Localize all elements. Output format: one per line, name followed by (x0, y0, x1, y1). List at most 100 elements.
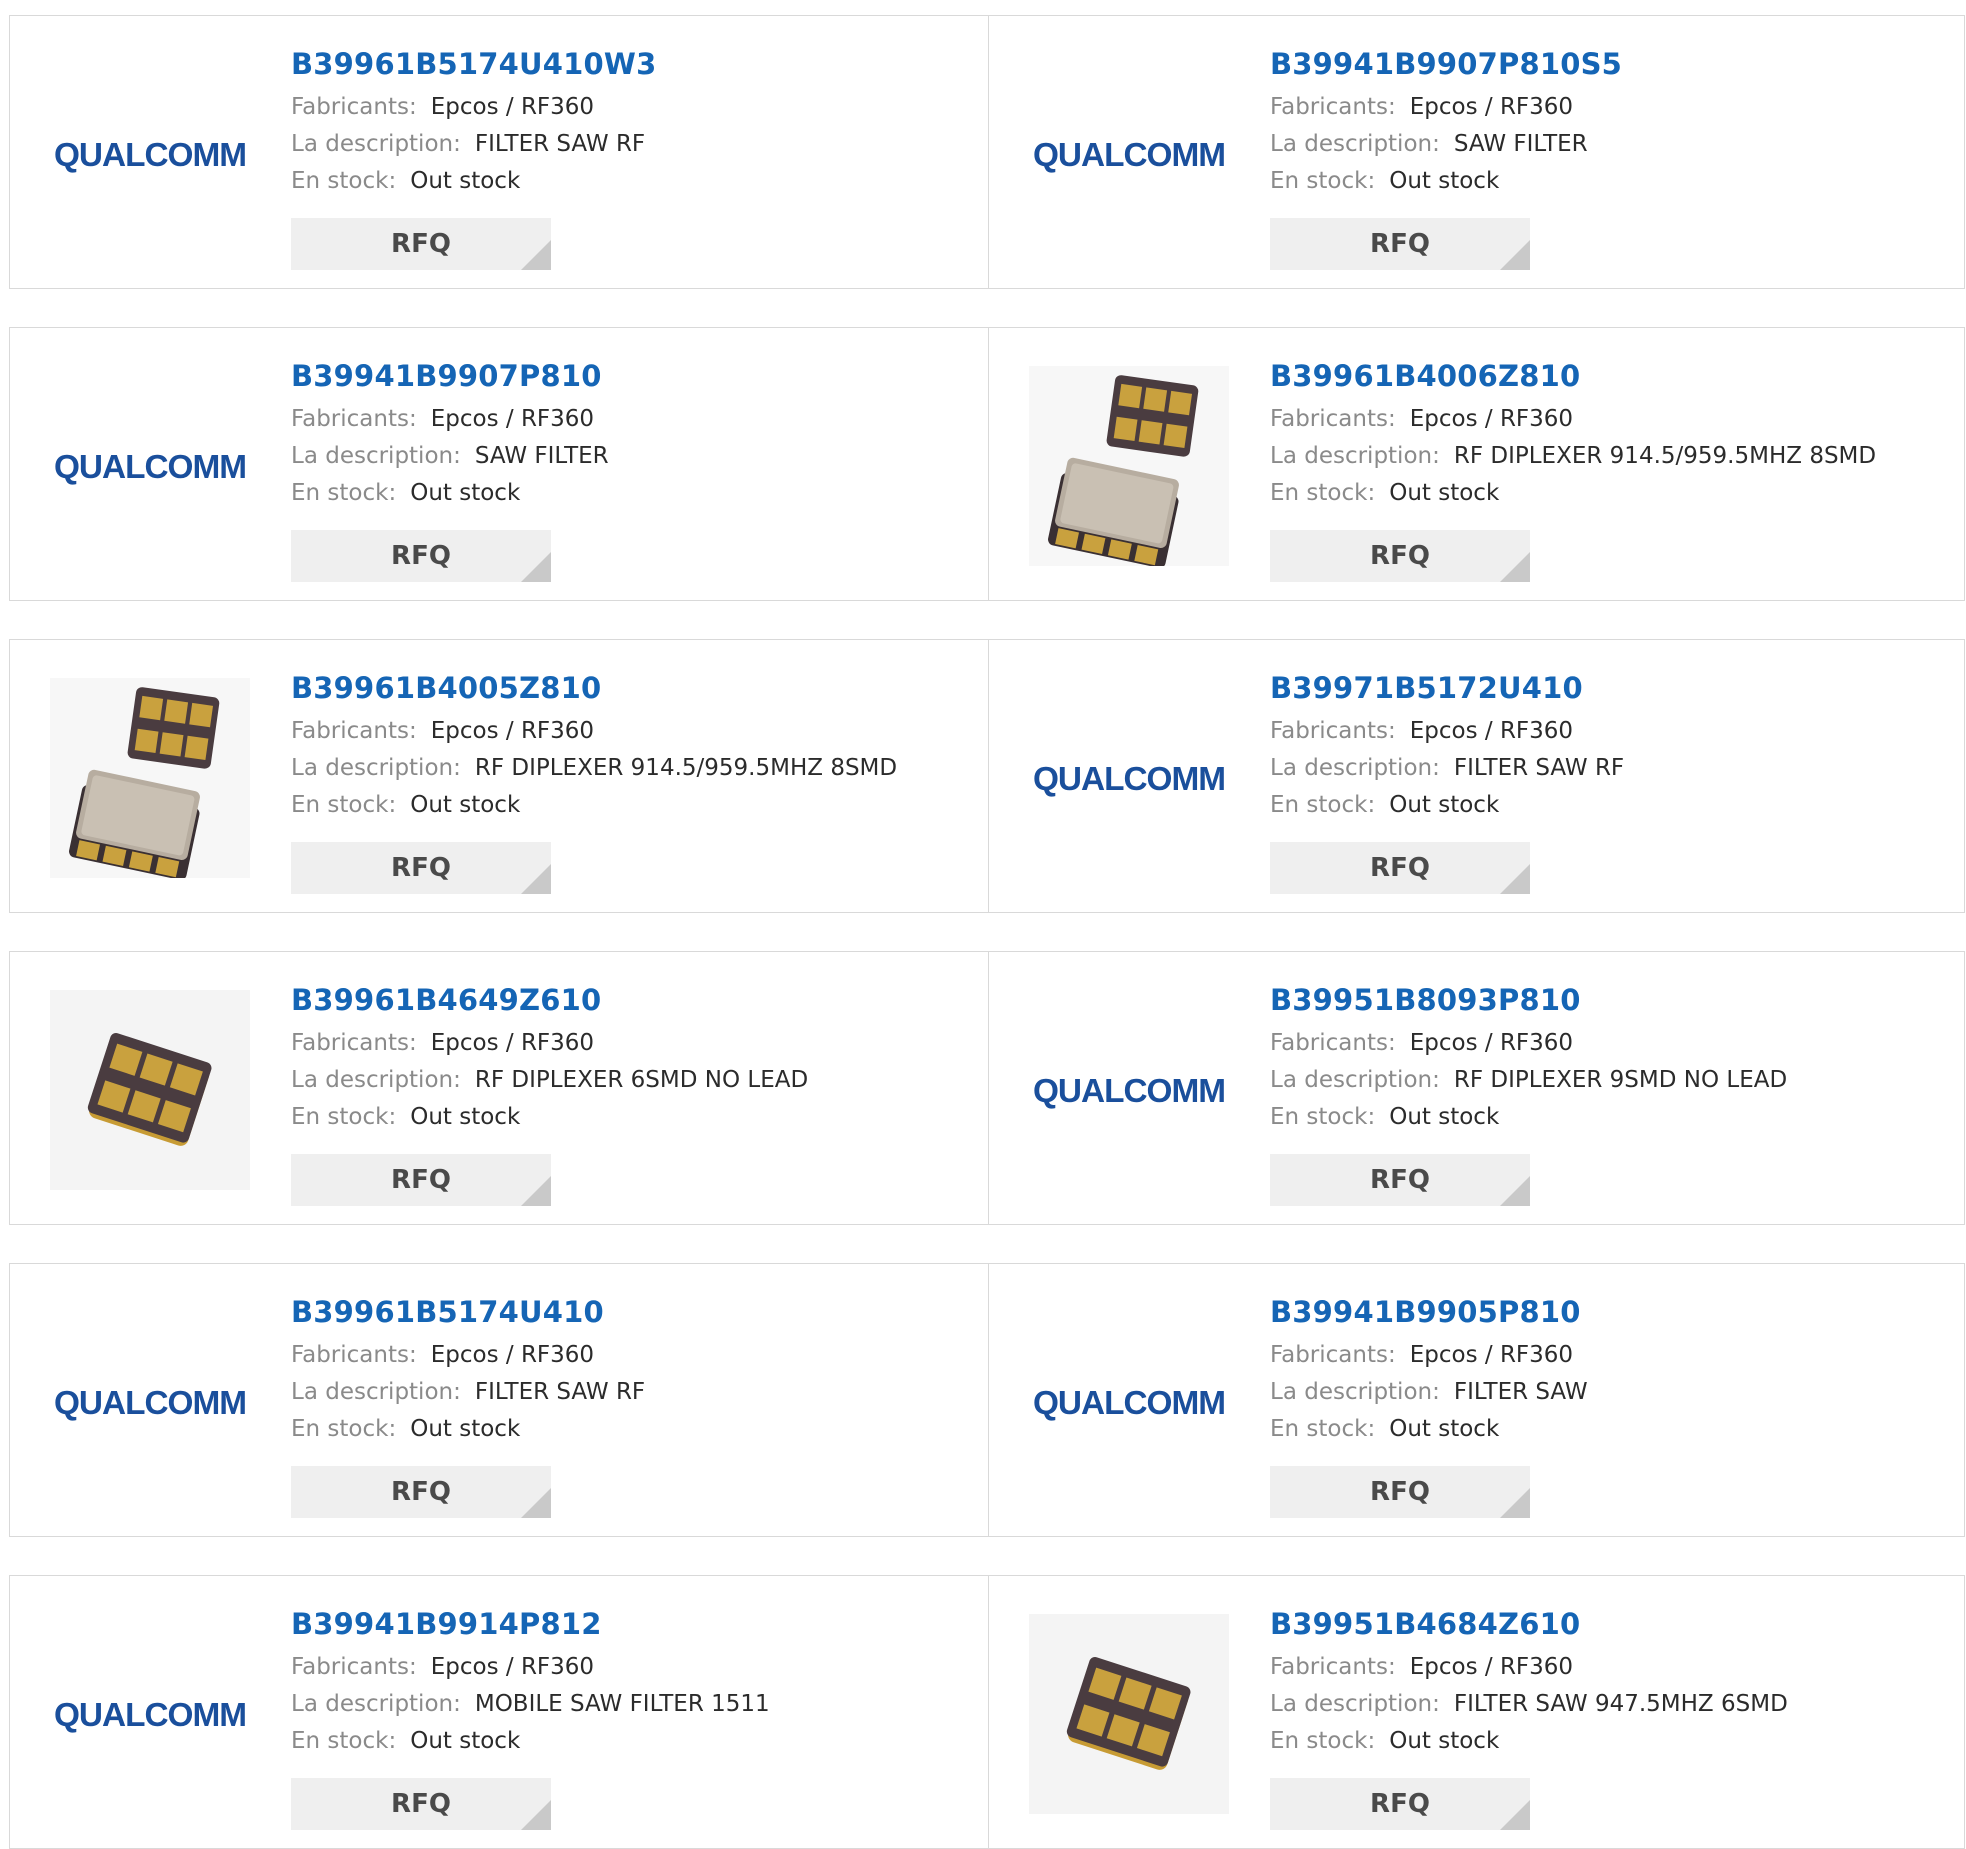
manufacturer-value: Epcos / RF360 (1409, 406, 1574, 432)
product-image[interactable]: QUALCOMM (50, 1614, 250, 1814)
product-info: B39961B5174U410 Fabricants: Epcos / RF360… (291, 1294, 968, 1448)
description-value: SAW FILTER (1453, 131, 1588, 157)
product-image[interactable] (1029, 1614, 1229, 1814)
description-value: RF DIPLEXER 914.5/959.5MHZ 8SMD (1453, 443, 1877, 469)
description-row: La description: FILTER SAW (1270, 1374, 1946, 1411)
stock-value: Out stock (410, 1416, 521, 1442)
rfq-button[interactable]: RFQ (291, 218, 551, 270)
description-value: FILTER SAW RF (1453, 755, 1625, 781)
product-image[interactable] (1029, 366, 1229, 566)
rfq-button[interactable]: RFQ (291, 842, 551, 894)
manufacturer-row: Fabricants: Epcos / RF360 (291, 1649, 968, 1686)
part-number-link[interactable]: B39961B4005Z810 (291, 670, 968, 706)
product-image[interactable] (50, 678, 250, 878)
part-number-link[interactable]: B39941B9907P810 (291, 358, 968, 394)
product-image[interactable]: QUALCOMM (50, 1302, 250, 1502)
rfq-button[interactable]: RFQ (291, 1154, 551, 1206)
stock-label: En stock: (291, 1104, 397, 1130)
corner-triangle-icon (521, 1488, 551, 1518)
manufacturer-label: Fabricants: (1270, 94, 1396, 120)
rfq-button[interactable]: RFQ (291, 1466, 551, 1518)
manufacturer-row: Fabricants: Epcos / RF360 (291, 401, 968, 438)
manufacturer-label: Fabricants: (1270, 1654, 1396, 1680)
stock-label: En stock: (1270, 168, 1376, 194)
description-label: La description: (1270, 1691, 1440, 1717)
stock-row: En stock: Out stock (1270, 1723, 1946, 1760)
stock-value: Out stock (1389, 1416, 1500, 1442)
rfq-button[interactable]: RFQ (291, 1778, 551, 1830)
product-row: QUALCOMM B39961B5174U410W3 Fabricants: Ep… (9, 15, 1965, 289)
part-number-link[interactable]: B39971B5172U410 (1270, 670, 1946, 706)
product-image[interactable]: QUALCOMM (1029, 678, 1229, 878)
description-label: La description: (1270, 131, 1440, 157)
rfq-label: RFQ (391, 229, 451, 259)
manufacturer-label: Fabricants: (291, 1342, 417, 1368)
description-row: La description: SAW FILTER (1270, 126, 1946, 163)
description-row: La description: RF DIPLEXER 914.5/959.5MH… (291, 750, 968, 787)
manufacturer-row: Fabricants: Epcos / RF360 (291, 1337, 968, 1374)
stock-value: Out stock (1389, 1104, 1500, 1130)
product-card: QUALCOMM B39961B5174U410 Fabricants: Epco… (10, 1264, 988, 1536)
description-value: MOBILE SAW FILTER 1511 (474, 1691, 770, 1717)
rfq-label: RFQ (1370, 229, 1430, 259)
stock-row: En stock: Out stock (1270, 163, 1946, 200)
manufacturer-value: Epcos / RF360 (430, 718, 595, 744)
rfq-button[interactable]: RFQ (1270, 218, 1530, 270)
stock-label: En stock: (291, 168, 397, 194)
product-image[interactable]: QUALCOMM (1029, 54, 1229, 254)
stock-label: En stock: (1270, 1416, 1376, 1442)
part-number-link[interactable]: B39951B8093P810 (1270, 982, 1946, 1018)
rfq-button[interactable]: RFQ (1270, 1154, 1530, 1206)
manufacturer-label: Fabricants: (1270, 718, 1396, 744)
stock-label: En stock: (1270, 480, 1376, 506)
stock-value: Out stock (1389, 792, 1500, 818)
description-row: La description: FILTER SAW 947.5MHZ 6SMD (1270, 1686, 1946, 1723)
product-info: B39941B9907P810S5 Fabricants: Epcos / RF3… (1270, 46, 1946, 200)
product-image[interactable]: QUALCOMM (50, 54, 250, 254)
part-number-link[interactable]: B39961B4649Z610 (291, 982, 968, 1018)
product-info: B39951B8093P810 Fabricants: Epcos / RF360… (1270, 982, 1946, 1136)
description-value: RF DIPLEXER 9SMD NO LEAD (1453, 1067, 1788, 1093)
rfq-button[interactable]: RFQ (1270, 530, 1530, 582)
part-number-link[interactable]: B39951B4684Z610 (1270, 1606, 1946, 1642)
qualcomm-logo-icon: QUALCOMM (54, 1384, 247, 1421)
product-image[interactable] (50, 990, 250, 1190)
svg-text:QUALCOMM: QUALCOMM (1033, 136, 1225, 173)
svg-text:QUALCOMM: QUALCOMM (1033, 760, 1225, 797)
manufacturer-value: Epcos / RF360 (430, 1342, 595, 1368)
svg-text:QUALCOMM: QUALCOMM (54, 448, 246, 485)
product-row: QUALCOMM B39941B9914P812 Fabricants: Epco… (9, 1575, 1965, 1849)
product-info: B39971B5172U410 Fabricants: Epcos / RF360… (1270, 670, 1946, 824)
svg-text:QUALCOMM: QUALCOMM (54, 136, 246, 173)
part-number-link[interactable]: B39961B5174U410W3 (291, 46, 968, 82)
product-row: B39961B4005Z810 Fabricants: Epcos / RF360… (9, 639, 1965, 913)
manufacturer-value: Epcos / RF360 (1409, 1654, 1574, 1680)
rfq-button[interactable]: RFQ (1270, 1466, 1530, 1518)
stock-value: Out stock (1389, 480, 1500, 506)
manufacturer-label: Fabricants: (291, 94, 417, 120)
part-number-link[interactable]: B39961B4006Z810 (1270, 358, 1946, 394)
corner-triangle-icon (1500, 552, 1530, 582)
part-number-link[interactable]: B39961B5174U410 (291, 1294, 968, 1330)
product-info: B39961B4005Z810 Fabricants: Epcos / RF360… (291, 670, 968, 824)
description-label: La description: (291, 755, 461, 781)
product-image[interactable]: QUALCOMM (50, 366, 250, 566)
rfq-button[interactable]: RFQ (291, 530, 551, 582)
product-card: QUALCOMM B39951B8093P810 Fabricants: Epco… (988, 952, 1966, 1224)
part-number-link[interactable]: B39941B9914P812 (291, 1606, 968, 1642)
part-number-link[interactable]: B39941B9907P810S5 (1270, 46, 1946, 82)
product-image[interactable]: QUALCOMM (1029, 990, 1229, 1190)
description-value: RF DIPLEXER 6SMD NO LEAD (474, 1067, 809, 1093)
product-card: B39961B4649Z610 Fabricants: Epcos / RF360… (10, 952, 988, 1224)
manufacturer-row: Fabricants: Epcos / RF360 (1270, 1649, 1946, 1686)
rfq-button[interactable]: RFQ (1270, 842, 1530, 894)
rfq-button[interactable]: RFQ (1270, 1778, 1530, 1830)
product-image[interactable]: QUALCOMM (1029, 1302, 1229, 1502)
corner-triangle-icon (1500, 240, 1530, 270)
manufacturer-label: Fabricants: (1270, 406, 1396, 432)
stock-row: En stock: Out stock (291, 787, 968, 824)
manufacturer-label: Fabricants: (291, 1030, 417, 1056)
part-number-link[interactable]: B39941B9905P810 (1270, 1294, 1946, 1330)
manufacturer-row: Fabricants: Epcos / RF360 (1270, 1337, 1946, 1374)
rfq-label: RFQ (1370, 1789, 1430, 1819)
